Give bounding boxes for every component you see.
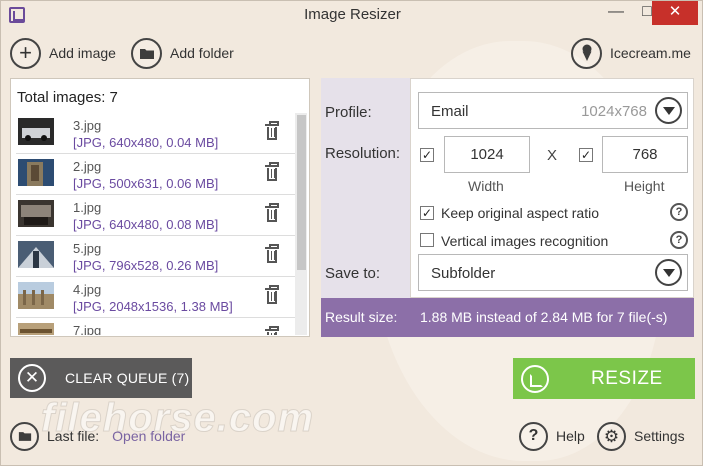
list-item[interactable]: 5.jpg [JPG, 796x528, 0.26 MB] (16, 236, 295, 277)
trash-icon[interactable] (265, 244, 279, 264)
footer-bar: Last file: Open folder ? Help ⚙ Settings (1, 419, 702, 455)
folder-icon (131, 37, 162, 69)
trash-icon[interactable] (265, 326, 279, 335)
settings-button[interactable]: ⚙ Settings (597, 419, 685, 453)
file-meta: [JPG, 796x528, 0.26 MB] (73, 258, 219, 273)
clear-queue-button[interactable]: ✕ CLEAR QUEUE (7) (10, 358, 192, 398)
profile-dropdown[interactable]: Email 1024x768 (418, 92, 688, 129)
icecream-link[interactable]: Icecream.me (571, 35, 691, 71)
file-name: 5.jpg (73, 241, 102, 256)
trash-icon[interactable] (265, 162, 279, 182)
total-images: Total images: 7 (17, 89, 118, 106)
file-meta: [JPG, 640x480, 0.04 MB] (73, 135, 219, 150)
list-item[interactable]: 1.jpg [JPG, 640x480, 0.08 MB] (16, 195, 295, 236)
file-name: 4.jpg (73, 282, 102, 297)
resolution-separator: X (547, 147, 558, 164)
add-image-label: Add image (49, 45, 116, 61)
last-file-label: Last file: (47, 428, 100, 444)
open-folder-link[interactable]: Open folder (112, 428, 185, 444)
file-name: 3.jpg (73, 118, 102, 133)
chevron-down-icon[interactable] (655, 97, 682, 124)
file-name: 2.jpg (73, 159, 102, 174)
width-caption: Width (468, 178, 504, 194)
help-label: Help (556, 428, 585, 444)
list-item[interactable]: 3.jpg [JPG, 640x480, 0.04 MB] (16, 113, 295, 154)
add-folder-label: Add folder (170, 45, 234, 61)
image-thumbnail (18, 118, 54, 145)
height-caption: Height (624, 178, 665, 194)
height-checkbox[interactable]: ✓ (579, 148, 593, 162)
file-meta: [JPG, 640x480, 0.08 MB] (73, 217, 219, 232)
resize-icon (521, 364, 549, 393)
keep-ratio-checkbox[interactable]: ✓ (420, 206, 434, 220)
file-meta: [JPG, 500x631, 0.06 MB] (73, 176, 219, 191)
vertical-recognition-checkbox[interactable] (420, 233, 434, 247)
save-to-dropdown[interactable]: Subfolder (418, 254, 688, 291)
queue-scrollbar[interactable] (295, 113, 307, 335)
folder-icon (10, 421, 39, 451)
save-to-label: Save to: (325, 265, 381, 282)
profile-value: Email (431, 103, 469, 120)
file-meta: [JPG, 2048x1536, 1.38 MB] (73, 299, 233, 314)
width-input[interactable]: 1024 (444, 136, 530, 173)
last-file-section: Last file: Open folder (10, 419, 185, 453)
settings-label: Settings (634, 428, 685, 444)
resize-label: RESIZE (591, 367, 663, 389)
help-circle-icon[interactable]: ? (670, 203, 688, 221)
result-label: Result size: (325, 309, 398, 325)
profile-size-hint: 1024x768 (581, 103, 647, 120)
width-checkbox[interactable]: ✓ (420, 148, 434, 162)
image-thumbnail (18, 200, 54, 227)
keep-ratio-label[interactable]: Keep original aspect ratio (441, 205, 599, 221)
save-to-value: Subfolder (431, 265, 496, 282)
add-image-button[interactable]: + Add image (10, 35, 116, 71)
close-button[interactable]: ✕ (652, 1, 698, 25)
close-circle-icon: ✕ (18, 364, 46, 392)
image-queue-panel: Total images: 7 3.jpg [JPG, 640x480, 0.0… (10, 78, 310, 337)
toolbar: + Add image Add folder Icecream.me (1, 35, 702, 71)
image-list: 3.jpg [JPG, 640x480, 0.04 MB] 2.jpg [JPG… (16, 113, 295, 335)
file-name: 1.jpg (73, 200, 102, 215)
resize-button[interactable]: RESIZE (513, 358, 695, 399)
help-button[interactable]: ? Help (519, 419, 585, 453)
trash-icon[interactable] (265, 121, 279, 141)
help-icon: ? (519, 421, 548, 451)
image-thumbnail (18, 282, 54, 309)
profile-label: Profile: (325, 104, 372, 121)
list-item[interactable]: 2.jpg [JPG, 500x631, 0.06 MB] (16, 154, 295, 195)
gear-icon: ⚙ (597, 421, 626, 451)
chevron-down-icon[interactable] (655, 259, 682, 286)
result-size-text: 1.88 MB instead of 2.84 MB for 7 file(-s… (420, 309, 668, 325)
scrollbar-thumb[interactable] (297, 115, 306, 270)
list-item[interactable]: 4.jpg [JPG, 2048x1536, 1.38 MB] (16, 277, 295, 318)
labels-column: Profile: Resolution: Save to: (321, 78, 410, 298)
title-bar: Image Resizer — □ ✕ (1, 1, 702, 29)
file-name: 7.jpg (73, 323, 102, 335)
list-item[interactable]: 7.jpg (16, 318, 295, 335)
image-thumbnail (18, 241, 54, 268)
fields-column: Email 1024x768 ✓ 1024 X ✓ 768 Width Heig… (410, 78, 694, 298)
image-thumbnail (18, 323, 54, 335)
plus-icon: + (10, 37, 41, 69)
vertical-recognition-label[interactable]: Vertical images recognition (441, 233, 608, 249)
height-input[interactable]: 768 (602, 136, 688, 173)
add-folder-button[interactable]: Add folder (131, 35, 234, 71)
clear-queue-label: CLEAR QUEUE (7) (65, 370, 190, 386)
help-circle-icon[interactable]: ? (670, 231, 688, 249)
result-bar: Result size: 1.88 MB instead of 2.84 MB … (321, 298, 694, 337)
icecream-logo-icon (571, 37, 602, 69)
settings-panel: Profile: Resolution: Save to: Email 1024… (321, 78, 694, 337)
image-thumbnail (18, 159, 54, 186)
trash-icon[interactable] (265, 285, 279, 305)
trash-icon[interactable] (265, 203, 279, 223)
resolution-label: Resolution: (325, 145, 401, 162)
app-window: Image Resizer — □ ✕ + Add image Add fold… (0, 0, 703, 466)
brand-label: Icecream.me (610, 45, 691, 61)
